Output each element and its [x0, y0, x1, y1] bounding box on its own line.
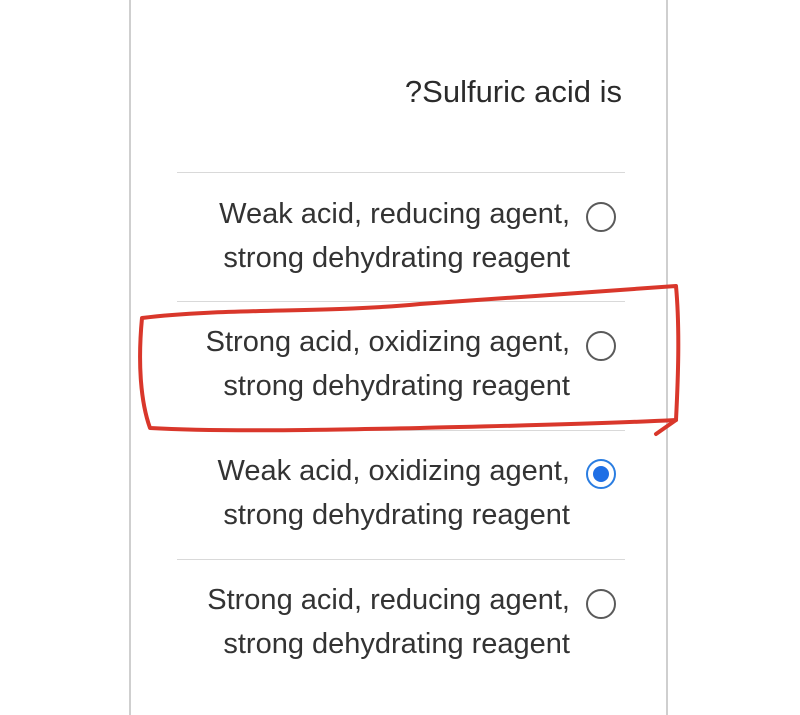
answer-option-line2: strong dehydrating reagent: [223, 242, 570, 274]
question-text: ?Sulfuric acid is: [404, 74, 622, 109]
radio-button-selected-icon[interactable]: [586, 459, 616, 489]
divider: [177, 172, 625, 173]
question-card: ?Sulfuric acid is Weak acid, reducing ag…: [129, 0, 668, 715]
answer-option-2[interactable]: Strong acid, oxidizing agent, strong deh…: [131, 320, 670, 420]
radio-button-icon[interactable]: [586, 202, 616, 232]
answer-option-3[interactable]: Weak acid, oxidizing agent, strong dehyd…: [131, 449, 670, 549]
answer-option-line2: strong dehydrating reagent: [223, 370, 570, 402]
answer-option-1[interactable]: Weak acid, reducing agent, strong dehydr…: [131, 192, 670, 292]
answer-option-line2: strong dehydrating reagent: [223, 628, 570, 660]
quiz-page: ?Sulfuric acid is Weak acid, reducing ag…: [0, 0, 800, 715]
divider: [177, 430, 625, 431]
answer-option-label: Strong acid, reducing agent, strong dehy…: [207, 578, 570, 666]
answer-option-line1: Strong acid, oxidizing agent,: [205, 326, 570, 358]
radio-button-icon[interactable]: [586, 331, 616, 361]
answer-option-line2: strong dehydrating reagent: [223, 499, 570, 531]
divider: [177, 559, 625, 560]
answer-option-label: Strong acid, oxidizing agent, strong deh…: [206, 320, 570, 408]
answer-option-label: Weak acid, reducing agent, strong dehydr…: [219, 192, 570, 280]
answer-option-line1: Weak acid, oxidizing agent,: [217, 455, 570, 487]
answer-option-4[interactable]: Strong acid, reducing agent, strong dehy…: [131, 578, 670, 678]
divider: [177, 301, 625, 302]
answer-option-line1: Strong acid, reducing agent,: [207, 584, 570, 616]
answer-option-line1: Weak acid, reducing agent,: [219, 198, 570, 230]
radio-button-icon[interactable]: [586, 589, 616, 619]
answer-option-label: Weak acid, oxidizing agent, strong dehyd…: [217, 449, 570, 537]
